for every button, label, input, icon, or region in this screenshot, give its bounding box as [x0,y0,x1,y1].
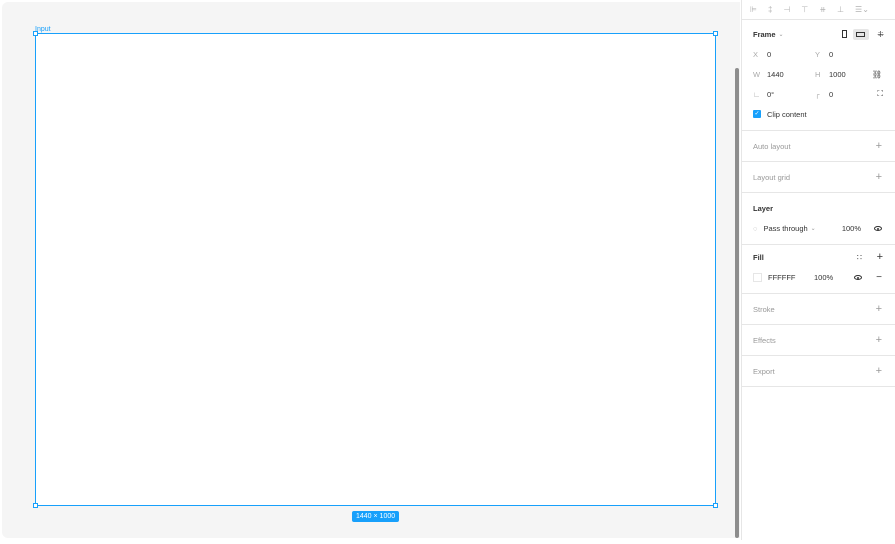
blend-mode-icon: ◌ [753,223,758,233]
fill-hex-field[interactable]: FFFFFF [768,273,814,282]
frame-section-title[interactable]: Frame [753,30,776,39]
canvas[interactable]: Input 1440 × 1000 [2,2,740,538]
width-field[interactable]: 1440 [767,70,815,79]
frame-size-badge: 1440 × 1000 [352,511,400,522]
clip-content-label: Clip content [767,109,807,119]
export-title: Export [753,366,775,376]
height-field[interactable]: 1000 [829,70,846,79]
layout-grid-title: Layout grid [753,172,791,182]
layer-title: Layer [753,203,774,213]
resize-handle-top-right[interactable] [713,31,718,36]
align-right-icon[interactable]: ⊣ [783,5,790,14]
align-left-icon[interactable]: ⊫ [750,5,757,14]
y-label: Y [815,49,821,59]
align-middle-v-icon[interactable]: ⧺ [819,5,826,14]
w-label: W [753,69,761,79]
align-center-h-icon[interactable]: ‡ [768,5,772,14]
resize-to-fit-icon[interactable]: ⁜ [877,30,884,39]
blend-mode-select[interactable]: Pass through [763,224,807,233]
align-bottom-icon[interactable]: ⊥ [837,5,844,14]
add-fill-icon[interactable]: + [877,251,883,263]
effects-title: Effects [753,335,776,345]
rotation-field[interactable]: 0° [767,90,815,99]
resize-handle-bottom-right[interactable] [713,503,718,508]
corner-radius-field[interactable]: 0 [829,90,833,99]
distribute-icon[interactable]: ☰⌄ [855,5,869,14]
chevron-down-icon[interactable]: ⌄ [811,225,816,232]
layer-section: Layer ◌ Pass through ⌄ 100% [742,193,895,245]
stroke-title: Stroke [753,304,775,314]
add-effect-icon[interactable]: + [876,334,882,346]
resize-handle-top-left[interactable] [33,31,38,36]
independent-corners-icon[interactable]: ⛶ [877,89,883,99]
x-field[interactable]: 0 [767,50,815,59]
export-section: Export + [742,356,895,387]
add-stroke-icon[interactable]: + [876,303,882,315]
add-auto-layout-icon[interactable]: + [876,140,882,152]
auto-layout-title: Auto layout [753,141,791,151]
align-top-icon[interactable]: ⊤ [801,5,808,14]
portrait-icon[interactable] [842,30,847,38]
alignment-toolbar: ⊫ ‡ ⊣ ⊤ ⧺ ⊥ ☰⌄ [742,0,895,20]
stroke-section: Stroke + [742,294,895,325]
effects-section: Effects + [742,325,895,356]
fill-section: Fill ∷ + FFFFFF 100% − [742,245,895,294]
auto-layout-section: Auto layout + [742,131,895,162]
clip-content-checkbox[interactable]: ✓ [753,110,761,118]
layer-opacity-field[interactable]: 100% [842,224,861,233]
chevron-down-icon[interactable]: ⌄ [779,31,784,38]
add-export-icon[interactable]: + [876,365,882,377]
add-layout-grid-icon[interactable]: + [876,171,882,183]
eye-icon[interactable] [874,226,882,231]
h-label: H [815,69,821,79]
vertical-scrollbar[interactable] [735,68,739,538]
resize-handle-bottom-left[interactable] [33,503,38,508]
rotation-icon: ∟ [753,89,761,99]
fill-opacity-field[interactable]: 100% [814,273,833,282]
frame-section: Frame ⌄ ⁜ X 0 Y 0 W 1440 H 1000 ⛓ ∟ 0° ╭… [742,20,895,131]
selected-frame[interactable] [33,31,718,508]
fill-title: Fill [753,252,764,262]
style-grid-icon[interactable]: ∷ [857,253,862,262]
corner-radius-icon: ╭ [815,89,820,99]
remove-fill-icon[interactable]: − [876,272,882,283]
x-label: X [753,49,759,59]
y-field[interactable]: 0 [829,50,833,59]
design-app: Input 1440 × 1000 ⊫ ‡ ⊣ ⊤ ⧺ ⊥ ☰⌄ Frame ⌄ [0,0,895,544]
landscape-icon[interactable] [853,28,869,40]
layout-grid-section: Layout grid + [742,162,895,193]
fill-color-swatch[interactable] [753,272,762,282]
eye-icon[interactable] [854,275,862,280]
properties-panel: ⊫ ‡ ⊣ ⊤ ⧺ ⊥ ☰⌄ Frame ⌄ ⁜ X 0 Y 0 W 1440 … [741,0,895,540]
constrain-proportions-icon[interactable]: ⛓ [872,70,882,79]
